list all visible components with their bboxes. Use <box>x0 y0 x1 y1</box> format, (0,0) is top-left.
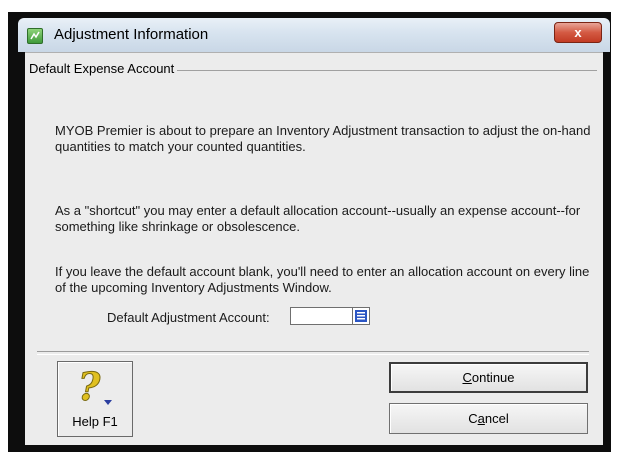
group-label: Default Expense Account <box>29 61 178 76</box>
dialog-body: Default Expense Account MYOB Premier is … <box>25 52 603 445</box>
cancel-label-end: ncel <box>484 411 509 426</box>
blank-account-text: If you leave the default account blank, … <box>55 264 590 295</box>
title-bar[interactable]: Adjustment Information x <box>18 18 610 52</box>
continue-button[interactable]: Continue <box>389 362 588 393</box>
svg-text:?: ? <box>78 366 101 408</box>
list-icon <box>355 310 367 322</box>
button-separator <box>37 351 589 355</box>
shortcut-text: As a "shortcut" you may enter a default … <box>55 203 581 234</box>
close-button[interactable]: x <box>554 22 602 43</box>
default-adjustment-account-label: Default Adjustment Account: <box>107 310 270 325</box>
cancel-button[interactable]: Ca ncel <box>389 403 588 434</box>
account-list-button[interactable] <box>352 307 370 325</box>
app-icon <box>27 28 43 44</box>
close-icon: x <box>574 25 582 40</box>
help-label: Help F1 <box>72 414 118 429</box>
continue-mnemonic: C <box>462 370 472 385</box>
default-adjustment-account-input[interactable] <box>290 307 352 325</box>
window-title: Adjustment Information <box>54 26 209 43</box>
continue-label: ontinue <box>471 370 515 385</box>
question-mark-icon: ? <box>78 366 112 408</box>
cancel-label-start: C <box>468 411 478 426</box>
intro-text: MYOB Premier is about to prepare an Inve… <box>55 123 591 154</box>
cancel-mnemonic: a <box>477 411 485 426</box>
help-button[interactable]: ? Help F1 <box>57 361 133 437</box>
